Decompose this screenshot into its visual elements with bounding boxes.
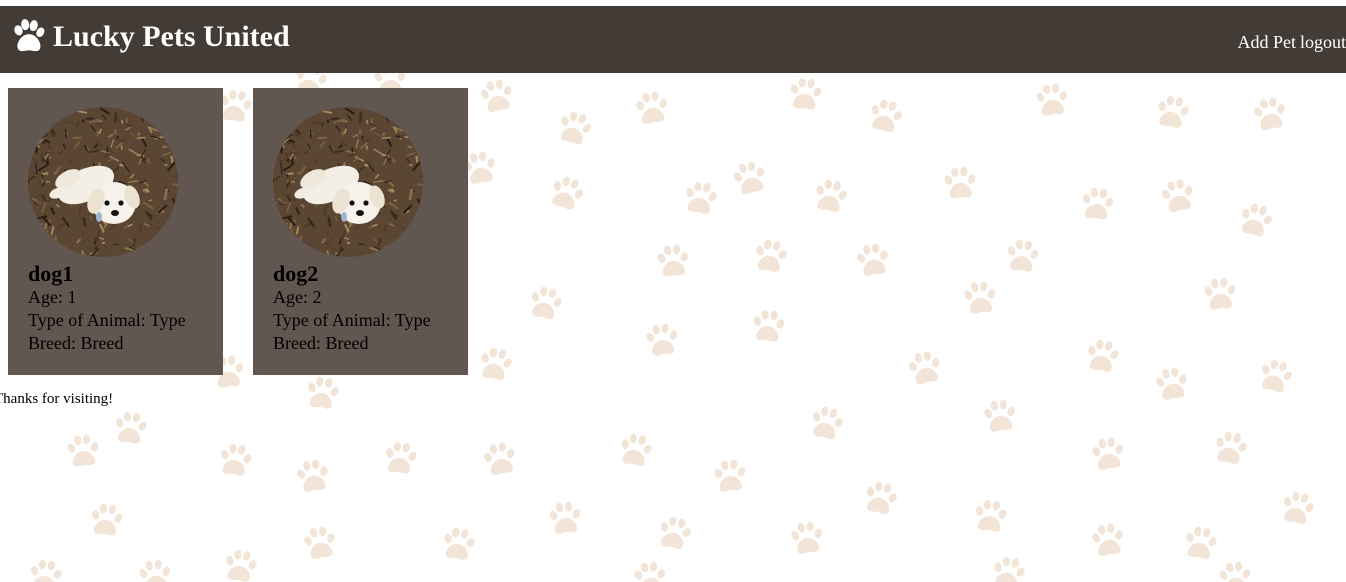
- pet-card[interactable]: dog1 Age: 1 Type of Animal: Type Breed: …: [8, 88, 223, 375]
- paw-print: [1261, 359, 1292, 393]
- footer-message: Thanks for visiting!: [0, 391, 114, 407]
- paw-print: [221, 443, 252, 476]
- paw-print: [866, 481, 897, 515]
- paw-print: [1092, 523, 1123, 556]
- paw-print: [308, 376, 339, 409]
- paw-print: [481, 79, 512, 113]
- paw-print: [1008, 239, 1039, 272]
- paw-print: [531, 286, 562, 320]
- paw-print: [636, 91, 667, 124]
- pet-age: Age: 2: [273, 287, 322, 307]
- paw-print: [1283, 491, 1314, 525]
- paw-print: [812, 406, 843, 440]
- pet-type: Type of Animal: Type: [273, 310, 431, 330]
- paw-print: [791, 521, 822, 554]
- paw-print: [646, 323, 677, 356]
- paw-print: [1254, 97, 1285, 130]
- paw-print: [92, 503, 123, 536]
- paw-print: [297, 459, 328, 492]
- pet-name: dog1: [28, 261, 74, 286]
- paw-print: [1156, 367, 1187, 400]
- paw-print: [871, 99, 902, 133]
- paw-print: [386, 441, 417, 474]
- paw-print: [790, 77, 822, 110]
- paw-icon: [9, 18, 47, 56]
- pet-breed: Breed: Breed: [28, 333, 124, 353]
- paw-print: [816, 179, 847, 212]
- paw-print: [909, 351, 940, 385]
- paw-print: [1204, 277, 1236, 310]
- paw-print: [1092, 437, 1123, 470]
- paw-print: [686, 181, 717, 214]
- paw-print: [714, 459, 746, 492]
- add-pet-link[interactable]: Add Pet: [1237, 30, 1296, 54]
- paw-print: [756, 239, 787, 272]
- logout-link[interactable]: logout: [1300, 30, 1346, 54]
- paw-print: [1241, 203, 1272, 237]
- paw-print: [944, 166, 976, 199]
- paw-print: [31, 559, 62, 582]
- header-nav: Add Pet logout: [1237, 30, 1346, 54]
- paw-print: [621, 433, 652, 466]
- paw-print: [857, 243, 888, 276]
- paw-print: [634, 561, 666, 582]
- pet-age: Age: 1: [28, 287, 77, 307]
- paw-print: [1186, 526, 1217, 559]
- brand[interactable]: Lucky Pets United: [9, 18, 290, 56]
- paw-print: [1036, 83, 1068, 116]
- paw-print: [1158, 95, 1189, 128]
- paw-print: [964, 281, 996, 314]
- paw-print: [984, 399, 1015, 432]
- pet-name: dog2: [273, 261, 319, 286]
- site-title: Lucky Pets United: [53, 20, 290, 53]
- paw-print: [139, 559, 170, 582]
- paw-print: [753, 309, 785, 342]
- paw-print: [116, 411, 147, 444]
- paw-print: [304, 526, 335, 559]
- paw-print: [444, 527, 475, 560]
- paw-print: [560, 111, 592, 145]
- paw-print: [67, 434, 99, 467]
- paw-print: [226, 549, 257, 582]
- site-header: Lucky Pets United Add Pet logout: [0, 6, 1346, 73]
- paw-print: [1088, 339, 1119, 372]
- paw-print: [657, 244, 689, 277]
- paw-print: [660, 516, 691, 550]
- pet-card[interactable]: dog2 Age: 2 Type of Animal: Type Breed: …: [253, 88, 468, 375]
- paw-print: [976, 499, 1007, 532]
- pet-type: Type of Animal: Type: [28, 310, 186, 330]
- dog-photo: [28, 107, 178, 257]
- paw-print: [484, 442, 515, 476]
- pet-breed: Breed: Breed: [273, 333, 369, 353]
- paw-print: [481, 347, 512, 380]
- paw-print: [549, 501, 581, 534]
- paw-print: [1083, 187, 1114, 220]
- paw-print: [994, 556, 1025, 582]
- paw-print: [552, 176, 584, 210]
- paw-print: [733, 161, 764, 195]
- paw-print: [1216, 431, 1247, 464]
- dog-photo: [273, 107, 423, 257]
- paw-print: [1219, 561, 1251, 582]
- paw-print: [1162, 179, 1193, 213]
